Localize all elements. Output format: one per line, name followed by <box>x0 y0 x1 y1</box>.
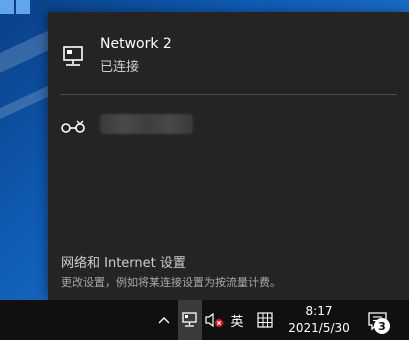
clock-time: 8:17 <box>305 304 333 318</box>
network-settings-link[interactable]: 网络和 Internet 设置 <box>61 252 186 271</box>
wallpaper-tile <box>0 0 14 14</box>
network-flyout: Network 2 已连接 网络和 Internet 设置 更改设置，例如将某连… <box>48 12 409 300</box>
hotspot-name-redacted <box>100 114 193 134</box>
volume-tray-button[interactable] <box>203 300 225 340</box>
wallpaper-tile <box>16 0 30 14</box>
taskbar: 英 8:17 2021/5/30 <box>0 300 409 340</box>
network-status: 已连接 <box>100 60 140 75</box>
taskbar-clock[interactable]: 8:17 2021/5/30 <box>284 303 354 337</box>
speaker-muted-icon <box>205 312 223 328</box>
network-settings-description: 更改设置，例如将某连接设置为按流量计费。 <box>61 276 281 289</box>
mobile-hotspot-icon[interactable] <box>60 118 86 138</box>
network-name: Network 2 <box>100 36 172 52</box>
divider <box>60 94 397 95</box>
notification-count-badge: 3 <box>374 318 390 334</box>
network-item[interactable]: Network 2 已连接 <box>48 32 409 88</box>
keyboard-grid-icon <box>257 312 273 328</box>
chevron-up-icon <box>158 317 170 324</box>
clock-date: 2021/5/30 <box>288 321 350 335</box>
ime-mode-button[interactable] <box>254 300 276 340</box>
network-tray-button[interactable] <box>178 300 202 340</box>
input-method-button[interactable]: 英 <box>228 300 246 340</box>
wired-network-icon <box>182 312 197 327</box>
wired-network-icon <box>63 46 83 66</box>
show-hidden-icons-button[interactable] <box>156 300 172 340</box>
